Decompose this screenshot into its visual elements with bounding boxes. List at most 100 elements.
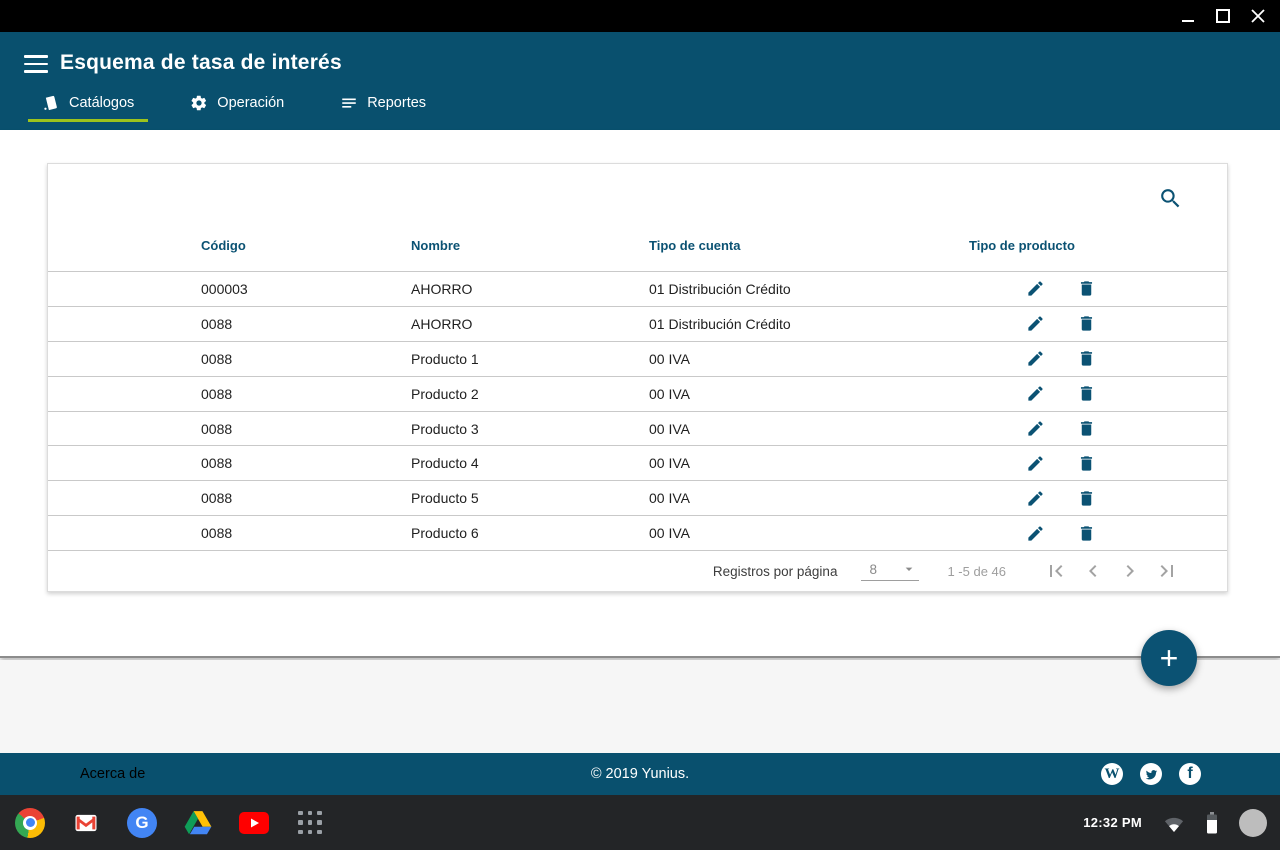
cell-codigo: 0088 (201, 421, 411, 437)
twitter-icon[interactable] (1140, 763, 1162, 785)
cell-tipo-cuenta: 01 Distribución Crédito (649, 281, 969, 297)
shelf-apps: G (14, 795, 326, 850)
delete-button[interactable] (1076, 453, 1096, 473)
wordpress-icon[interactable]: W (1101, 763, 1123, 785)
delete-button[interactable] (1076, 488, 1096, 508)
trash-icon (1077, 454, 1096, 473)
edit-button[interactable] (1025, 279, 1045, 299)
trash-icon (1077, 349, 1096, 368)
maximize-button[interactable] (1215, 8, 1231, 24)
cell-nombre: Producto 2 (411, 386, 649, 402)
trash-icon (1077, 279, 1096, 298)
search-icon (1158, 186, 1183, 211)
tab-catalogos[interactable]: Catálogos (28, 94, 148, 122)
book-icon (42, 94, 60, 112)
first-page-icon (1044, 559, 1068, 583)
shelf-status-area: 12:32 PM (1083, 795, 1267, 850)
delete-button[interactable] (1076, 419, 1096, 439)
hamburger-icon (24, 55, 48, 58)
trash-icon (1077, 419, 1096, 438)
lines-icon (340, 94, 358, 112)
cell-nombre: Producto 1 (411, 351, 649, 367)
column-header-nombre: Nombre (411, 238, 649, 253)
delete-button[interactable] (1076, 349, 1096, 369)
trash-icon (1077, 524, 1096, 543)
table-row[interactable]: 0088 Producto 4 00 IVA (48, 445, 1227, 480)
delete-button[interactable] (1076, 314, 1096, 334)
facebook-icon[interactable]: f (1179, 763, 1201, 785)
pagination-bar: Registros por página 8 1 -5 de 46 (48, 550, 1227, 591)
os-shelf: G 12:32 PM (0, 795, 1280, 850)
edit-button[interactable] (1025, 488, 1045, 508)
cell-nombre: AHORRO (411, 316, 649, 332)
table-row[interactable]: 0088 AHORRO 01 Distribución Crédito (48, 306, 1227, 341)
first-page-button[interactable] (1044, 559, 1068, 583)
tab-label: Reportes (367, 95, 426, 111)
column-header-codigo: Código (201, 238, 411, 253)
tab-label: Catálogos (69, 95, 134, 111)
close-button[interactable] (1250, 8, 1266, 24)
cell-tipo-cuenta: 00 IVA (649, 525, 969, 541)
youtube-icon[interactable] (238, 807, 270, 839)
tab-label: Operación (217, 95, 284, 111)
gear-icon (190, 94, 208, 112)
table-row[interactable]: 0088 Producto 2 00 IVA (48, 376, 1227, 411)
pencil-icon (1026, 384, 1045, 403)
table-row[interactable]: 0088 Producto 3 00 IVA (48, 411, 1227, 446)
cell-tipo-cuenta: 01 Distribución Crédito (649, 316, 969, 332)
edit-button[interactable] (1025, 453, 1045, 473)
user-avatar[interactable] (1239, 809, 1267, 837)
next-page-icon (1118, 559, 1142, 583)
table-body: 000003 AHORRO 01 Distribución Crédito 00… (48, 271, 1227, 550)
delete-button[interactable] (1076, 523, 1096, 543)
chrome-icon[interactable] (14, 807, 46, 839)
app-header: Esquema de tasa de interés Catálogos Ope… (0, 32, 1280, 130)
minimize-button[interactable] (1180, 8, 1196, 24)
cell-tipo-cuenta: 00 IVA (649, 421, 969, 437)
delete-button[interactable] (1076, 384, 1096, 404)
table-row[interactable]: 0088 Producto 6 00 IVA (48, 515, 1227, 550)
rows-per-page-select[interactable]: 8 (861, 561, 919, 581)
add-button[interactable]: + (1141, 630, 1197, 686)
edit-button[interactable] (1025, 419, 1045, 439)
minimize-icon (1182, 20, 1194, 22)
edit-button[interactable] (1025, 349, 1045, 369)
rows-per-page-value: 8 (869, 562, 877, 577)
cell-nombre: Producto 6 (411, 525, 649, 541)
pencil-icon (1026, 314, 1045, 333)
column-header-tipo-producto: Tipo de producto (969, 238, 1227, 253)
delete-button[interactable] (1076, 279, 1096, 299)
edit-button[interactable] (1025, 314, 1045, 334)
drive-icon[interactable] (182, 807, 214, 839)
last-page-button[interactable] (1155, 559, 1179, 583)
cell-codigo: 0088 (201, 351, 411, 367)
tab-bar: Catálogos Operación Reportes (28, 94, 440, 122)
window-controls (1180, 0, 1266, 32)
table-row[interactable]: 0088 Producto 1 00 IVA (48, 341, 1227, 376)
tab-operacion[interactable]: Operación (176, 94, 298, 122)
plus-icon: + (1160, 642, 1179, 674)
cell-codigo: 0088 (201, 490, 411, 506)
google-icon[interactable]: G (126, 807, 158, 839)
edit-button[interactable] (1025, 384, 1045, 404)
gmail-icon[interactable] (70, 807, 102, 839)
next-page-button[interactable] (1118, 559, 1142, 583)
table-row[interactable]: 000003 AHORRO 01 Distribución Crédito (48, 271, 1227, 306)
pagination-range: 1 -5 de 46 (947, 564, 1006, 579)
cell-tipo-cuenta: 00 IVA (649, 386, 969, 402)
cell-codigo: 0088 (201, 316, 411, 332)
pencil-icon (1026, 454, 1045, 473)
tab-reportes[interactable]: Reportes (326, 94, 440, 122)
edit-button[interactable] (1025, 523, 1045, 543)
products-table-card: Código Nombre Tipo de cuenta Tipo de pro… (47, 163, 1228, 592)
cell-codigo: 0088 (201, 386, 411, 402)
table-row[interactable]: 0088 Producto 5 00 IVA (48, 480, 1227, 515)
menu-button[interactable] (24, 55, 48, 73)
search-button[interactable] (1157, 186, 1183, 212)
pencil-icon (1026, 419, 1045, 438)
trash-icon (1077, 314, 1096, 333)
close-icon (1251, 9, 1265, 23)
dropdown-caret-icon (901, 561, 917, 577)
apps-grid-icon[interactable] (294, 807, 326, 839)
prev-page-button[interactable] (1081, 559, 1105, 583)
